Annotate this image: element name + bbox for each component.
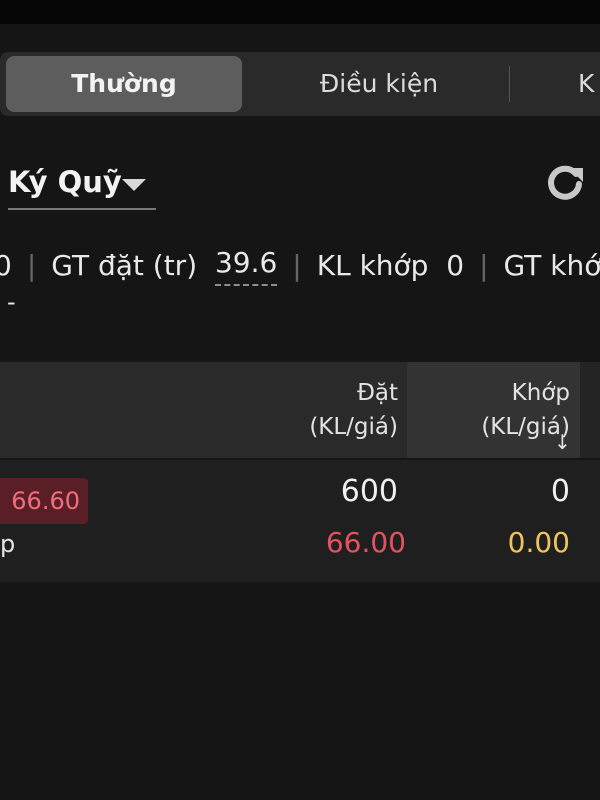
- tab-partial[interactable]: K: [578, 56, 600, 112]
- header-dat-title: Đặt: [357, 380, 398, 406]
- order-summary: 0 | GT đặt (tr) 39.6 | KL khớp 0 | GT khớ: [0, 244, 600, 288]
- order-type-tabs: Thường Điều kiện K: [0, 52, 600, 116]
- table-header: Đặt (KL/giá) Khớp (KL/giá) ↓: [0, 362, 600, 458]
- order-quantity: 600: [340, 474, 398, 509]
- table-row[interactable]: 66.60 p 600 66.00 0 0.00: [0, 460, 600, 582]
- chevron-down-icon: [122, 179, 146, 191]
- account-select-label: Ký Quỹ: [8, 165, 122, 199]
- gt-dat-label: GT đặt (tr): [51, 249, 198, 282]
- tab-divider: [509, 66, 510, 102]
- gt-dat-value[interactable]: 39.6: [214, 244, 278, 286]
- refresh-icon[interactable]: [543, 160, 587, 204]
- matched-quantity: 0: [550, 474, 570, 509]
- tab-dieu-kien[interactable]: Điều kiện: [250, 56, 508, 112]
- kl-khop-value: 0: [446, 249, 465, 282]
- sort-down-icon[interactable]: ↓: [554, 430, 571, 454]
- order-price: 66.00: [325, 526, 406, 559]
- header-khop[interactable]: Khớp (KL/giá): [430, 376, 570, 444]
- header-dat-sub: (KL/giá): [309, 414, 398, 440]
- header-khop-title: Khớp: [511, 380, 570, 406]
- row-subtext: p: [0, 530, 16, 558]
- status-bar: [0, 0, 600, 24]
- header-dat[interactable]: Đặt (KL/giá): [280, 376, 398, 444]
- account-select[interactable]: Ký Quỹ: [8, 160, 156, 210]
- tab-thuong[interactable]: Thường: [6, 56, 242, 112]
- price-badge: 66.60: [0, 478, 88, 524]
- prev-value: 0: [0, 249, 12, 282]
- header-khop-sub: (KL/giá): [481, 414, 570, 440]
- header-edge: [580, 362, 600, 458]
- summary-second-line: -: [7, 288, 16, 316]
- divider: |: [26, 249, 37, 282]
- divider: |: [479, 249, 489, 282]
- kl-khop-label: KL khớp: [316, 249, 429, 282]
- divider: |: [292, 249, 302, 282]
- gt-khop-label: GT khớ: [503, 249, 600, 282]
- matched-price: 0.00: [507, 526, 570, 559]
